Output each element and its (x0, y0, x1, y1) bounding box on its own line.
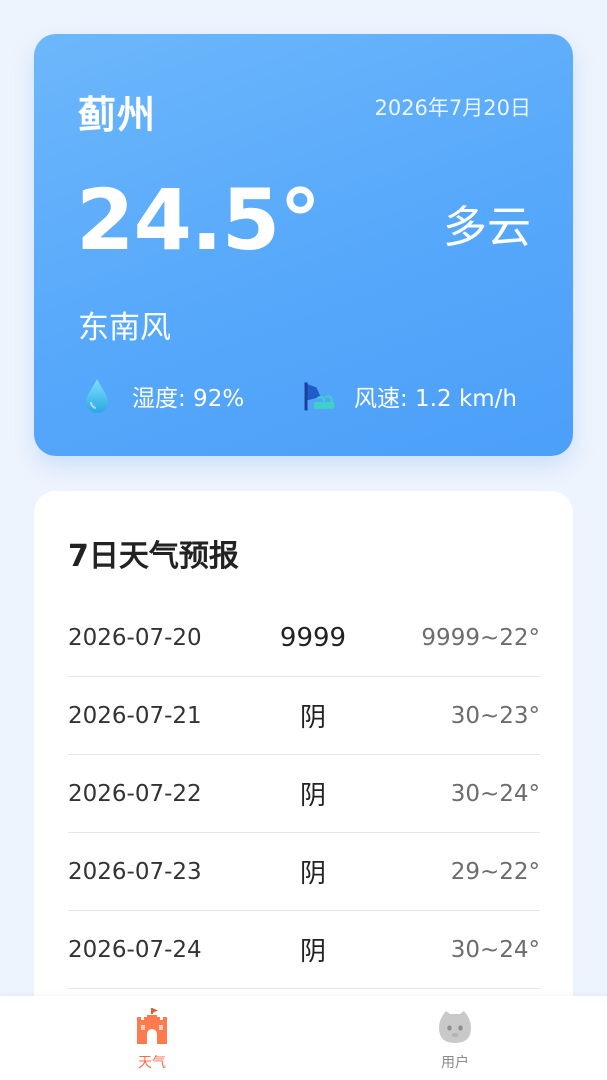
tab-label-weather: 天气 (138, 1055, 166, 1071)
humidity-metric: 湿度: 92% (80, 374, 244, 418)
current-condition: 多云 (443, 202, 531, 253)
forecast-temp-range: 9999~22° (421, 624, 540, 651)
wind-direction: 东南风 (78, 310, 171, 346)
forecast-temp-range: 30~24° (450, 936, 540, 963)
current-temperature: 24.5° (76, 171, 321, 269)
forecast-condition: 阴 (299, 781, 326, 811)
forecast-row[interactable]: 2026-07-24 阴 30~24° (68, 911, 540, 989)
humidity-text: 湿度: 92% (132, 386, 245, 412)
wind-flag-icon (302, 376, 336, 416)
tab-weather[interactable]: 天气 (112, 1006, 192, 1072)
forecast-row[interactable]: 2026-07-20 9999 9999~22° (68, 599, 540, 677)
forecast-row[interactable]: 2026-07-23 阴 29~22° (68, 833, 540, 911)
forecast-card: 7日天气预报 2026-07-20 9999 9999~22° 2026-07-… (34, 491, 573, 1051)
current-date: 2026年7月20日 (374, 96, 531, 120)
forecast-condition: 9999 (279, 622, 347, 653)
current-weather-card: 蓟州 2026年7月20日 24.5° 多云 东南风 湿度: 92% 风速: 1… (34, 34, 573, 456)
castle-icon (133, 1006, 171, 1046)
city-name: 蓟州 (78, 93, 157, 137)
forecast-date: 2026-07-20 (68, 624, 202, 651)
tab-label-user: 用户 (441, 1055, 469, 1071)
forecast-row[interactable]: 2026-07-21 阴 30~23° (68, 677, 540, 755)
user-face-icon (436, 1006, 474, 1046)
forecast-condition: 阴 (299, 703, 326, 733)
water-drop-icon (80, 376, 114, 416)
forecast-temp-range: 29~22° (450, 858, 540, 885)
forecast-date: 2026-07-21 (68, 702, 202, 729)
forecast-temp-range: 30~24° (450, 780, 540, 807)
wind-speed-metric: 风速: 1.2 km/h (302, 374, 517, 418)
wind-speed-text: 风速: 1.2 km/h (354, 386, 517, 412)
forecast-date: 2026-07-24 (68, 936, 202, 963)
forecast-list: 2026-07-20 9999 9999~22° 2026-07-21 阴 30… (68, 599, 540, 989)
forecast-date: 2026-07-22 (68, 780, 202, 807)
forecast-title: 7日天气预报 (68, 539, 239, 574)
forecast-temp-range: 30~23° (450, 702, 540, 729)
forecast-condition: 阴 (299, 859, 326, 889)
weather-page: 蓟州 2026年7月20日 24.5° 多云 东南风 湿度: 92% 风速: 1… (0, 0, 607, 1080)
forecast-condition: 阴 (299, 937, 326, 967)
forecast-date: 2026-07-23 (68, 858, 202, 885)
bottom-tab-bar: 天气 用户 (0, 996, 607, 1080)
forecast-row[interactable]: 2026-07-22 阴 30~24° (68, 755, 540, 833)
tab-user[interactable]: 用户 (415, 1006, 495, 1072)
